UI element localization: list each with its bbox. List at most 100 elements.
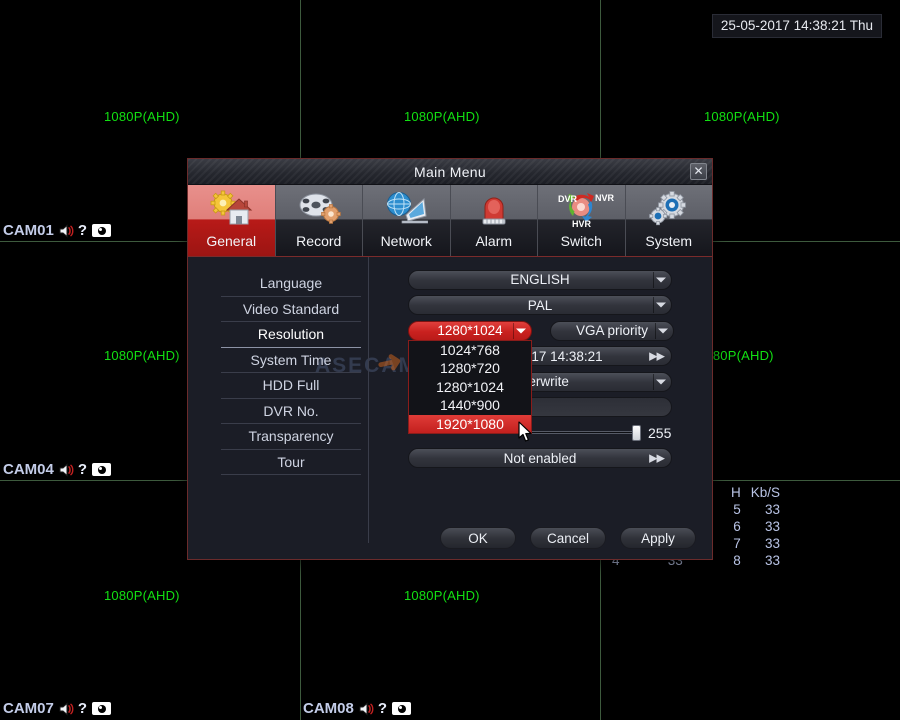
svg-text:DVR: DVR bbox=[558, 194, 578, 204]
row-resolution: 1280*1024 1024*768 1280*720 1280*1024 14… bbox=[408, 318, 700, 344]
siren-icon bbox=[451, 185, 538, 229]
cam-label-cam01[interactable]: CAM01 ? bbox=[3, 222, 111, 239]
tab-general[interactable]: General bbox=[188, 185, 276, 256]
chevron-down-icon bbox=[656, 303, 666, 308]
globe-laptop-icon bbox=[363, 185, 450, 229]
question-icon: ? bbox=[78, 701, 87, 716]
cam-label-name: CAM01 bbox=[3, 222, 54, 239]
chevron-down-icon bbox=[516, 328, 526, 333]
next-arrows-icon[interactable]: ▶▶ bbox=[649, 350, 664, 363]
speaker-icon bbox=[359, 702, 373, 716]
close-icon[interactable]: ✕ bbox=[690, 163, 707, 180]
row-video-standard: PAL bbox=[408, 293, 700, 319]
question-icon: ? bbox=[78, 462, 87, 477]
tab-system-label: System bbox=[645, 229, 692, 253]
dropdown-option-1280x1024[interactable]: 1280*1024 bbox=[409, 378, 531, 397]
cam-label-name: CAM04 bbox=[3, 461, 54, 478]
tab-network[interactable]: Network bbox=[363, 185, 451, 256]
label-hdd-full: HDD Full bbox=[221, 373, 361, 399]
language-select[interactable]: ENGLISH bbox=[408, 270, 672, 290]
apply-button[interactable]: Apply bbox=[620, 527, 696, 549]
transparency-value: 255 bbox=[648, 425, 671, 441]
dvr-nvr-hvr-switch-icon: DVR NVR HVR bbox=[538, 185, 625, 229]
tab-record[interactable]: Record bbox=[276, 185, 364, 256]
resolution-value: 1280*1024 bbox=[437, 323, 502, 338]
speaker-icon bbox=[59, 463, 73, 477]
label-system-time: System Time bbox=[221, 348, 361, 374]
bitrate-ch-right: 7 bbox=[717, 535, 751, 552]
channel-res-tag-1: 1080P(AHD) bbox=[104, 109, 180, 124]
tab-alarm[interactable]: Alarm bbox=[451, 185, 539, 256]
dropdown-option-1280x720[interactable]: 1280*720 bbox=[409, 359, 531, 378]
label-language: Language bbox=[221, 271, 361, 297]
tab-network-label: Network bbox=[381, 229, 432, 253]
cam-label-cam07[interactable]: CAM07 ? bbox=[3, 700, 111, 717]
output-priority-select[interactable]: VGA priority bbox=[550, 321, 674, 341]
tab-record-label: Record bbox=[296, 229, 341, 253]
row-tour: Not enabled ▶▶ bbox=[408, 446, 700, 472]
tab-switch[interactable]: DVR NVR HVR Switch bbox=[538, 185, 626, 256]
chevron-down-icon bbox=[656, 277, 666, 282]
dialog-title: Main Menu bbox=[414, 164, 486, 180]
film-reel-gear-icon bbox=[276, 185, 363, 229]
channel-res-tag-7: 1080P(AHD) bbox=[104, 588, 180, 603]
chevron-down-icon bbox=[656, 379, 666, 384]
resolution-select[interactable]: 1280*1024 bbox=[408, 321, 532, 341]
label-resolution: Resolution bbox=[221, 322, 361, 348]
bitrate-ch-right: 6 bbox=[717, 518, 751, 535]
dialog-titlebar: Main Menu ✕ bbox=[188, 159, 712, 185]
label-tour: Tour bbox=[221, 450, 361, 476]
cam-label-cam08[interactable]: CAM08 ? bbox=[303, 700, 411, 717]
svg-text:HVR: HVR bbox=[572, 219, 592, 229]
next-arrows-icon[interactable]: ▶▶ bbox=[649, 452, 664, 465]
select-divider bbox=[513, 323, 514, 339]
question-icon: ? bbox=[378, 701, 387, 716]
channel-res-tag-2: 1080P(AHD) bbox=[404, 109, 480, 124]
tab-switch-label: Switch bbox=[561, 229, 602, 253]
gears-icon bbox=[626, 185, 713, 229]
tour-field[interactable]: Not enabled ▶▶ bbox=[408, 448, 672, 468]
cam-label-name: CAM08 bbox=[303, 700, 354, 717]
cam-label-cam04[interactable]: CAM04 ? bbox=[3, 461, 111, 478]
resolution-dropdown-list[interactable]: 1024*768 1280*720 1280*1024 1440*900 192… bbox=[408, 340, 532, 435]
channel-res-tag-8: 1080P(AHD) bbox=[404, 588, 480, 603]
dropdown-option-1024x768[interactable]: 1024*768 bbox=[409, 341, 531, 360]
speaker-icon bbox=[59, 224, 73, 238]
mouse-cursor bbox=[518, 421, 534, 448]
slider-knob[interactable] bbox=[632, 425, 641, 441]
dropdown-option-1440x900[interactable]: 1440*900 bbox=[409, 396, 531, 415]
bitrate-header-kb-right: Kb/S bbox=[751, 484, 790, 501]
camera-icon bbox=[92, 702, 111, 715]
cam-label-name: CAM07 bbox=[3, 700, 54, 717]
watermark-swoosh-icon: ➜ bbox=[374, 343, 408, 383]
select-divider bbox=[653, 272, 654, 288]
cancel-button[interactable]: Cancel bbox=[530, 527, 606, 549]
tab-system[interactable]: System bbox=[626, 185, 713, 256]
bitrate-ch-right: 8 bbox=[717, 552, 751, 569]
tab-general-label: General bbox=[206, 229, 256, 253]
camera-icon bbox=[92, 463, 111, 476]
label-transparency: Transparency bbox=[221, 424, 361, 450]
main-menu-dialog: Main Menu ✕ bbox=[187, 158, 713, 560]
ok-button[interactable]: OK bbox=[440, 527, 516, 549]
tab-alarm-label: Alarm bbox=[475, 229, 512, 253]
video-standard-select[interactable]: PAL bbox=[408, 295, 672, 315]
osd-datetime: 25-05-2017 14:38:21 Thu bbox=[712, 14, 882, 38]
label-video-standard: Video Standard bbox=[221, 297, 361, 323]
bitrate-kb-right: 33 bbox=[751, 552, 790, 569]
select-divider bbox=[653, 374, 654, 390]
settings-label-column: Language Video Standard Resolution Syste… bbox=[221, 271, 361, 475]
output-priority-value: VGA priority bbox=[576, 323, 648, 338]
dialog-action-buttons: OK Cancel Apply bbox=[440, 527, 696, 549]
panel-divider bbox=[368, 257, 369, 543]
select-divider bbox=[653, 297, 654, 313]
select-divider bbox=[655, 323, 656, 339]
bitrate-header-ch-right: H bbox=[717, 484, 751, 501]
label-dvr-no: DVR No. bbox=[221, 399, 361, 425]
speaker-icon bbox=[59, 702, 73, 716]
dropdown-option-1920x1080[interactable]: 1920*1080 bbox=[409, 415, 531, 434]
channel-res-tag-3: 1080P(AHD) bbox=[704, 109, 780, 124]
dvr-live-view-screen: 1080P(AHD) 1080P(AHD) 1080P(AHD) 1080P(A… bbox=[0, 0, 900, 720]
house-gear-icon bbox=[188, 185, 275, 229]
tour-value: Not enabled bbox=[504, 451, 577, 466]
